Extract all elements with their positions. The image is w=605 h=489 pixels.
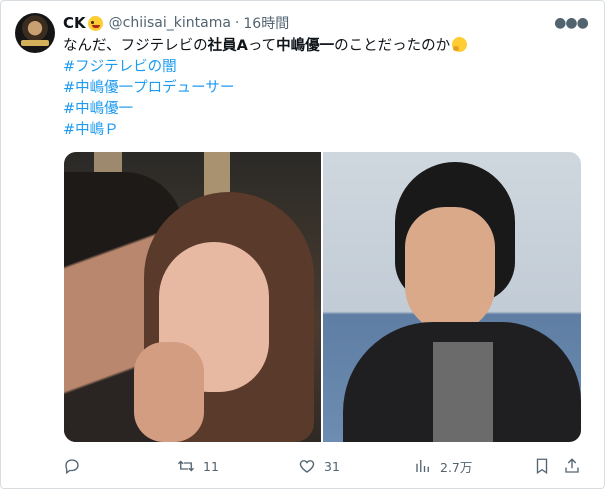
bookmark-icon [536, 458, 548, 475]
avatar[interactable] [15, 13, 55, 53]
views-bar-chart-icon [416, 460, 429, 472]
action-bar: 11 31 2.7万 [63, 455, 583, 477]
zany-face-icon [87, 15, 103, 31]
display-name[interactable]: CK [63, 14, 86, 32]
separator-dot: · [234, 15, 240, 31]
heart-icon [299, 460, 315, 473]
retweet-count: 11 [203, 458, 219, 474]
photo-portrait[interactable] [323, 152, 581, 442]
thinking-face-icon [452, 37, 468, 52]
bookmark-button[interactable] [533, 455, 551, 477]
retweet-button[interactable]: 11 [177, 455, 219, 477]
tweet-card[interactable]: CK @chiisai_kintama · 16時間 ●●● なんだ、フジテレビ… [0, 0, 605, 489]
reply-icon [65, 459, 79, 475]
hashtag-link[interactable]: #中嶋優一プロデューサー [63, 78, 467, 99]
text-segment: って [247, 38, 277, 54]
text-segment: のことだったのか [334, 38, 451, 54]
retweet-icon [178, 460, 194, 472]
text-bold-employee: 社員A [207, 38, 248, 54]
tweet-text-line: なんだ、フジテレビの社員Aって中嶋優一のことだったのか [63, 36, 468, 57]
share-button[interactable] [563, 455, 581, 477]
text-bold-name: 中嶋優一 [276, 38, 335, 54]
hashtag-link[interactable]: #フジテレビの闇 [63, 57, 467, 78]
reply-button[interactable] [63, 455, 89, 477]
like-count: 31 [324, 458, 340, 474]
more-options-icon[interactable]: ●●● [554, 13, 589, 33]
tweet-header: CK @chiisai_kintama · 16時間 [63, 13, 289, 33]
share-icon [565, 458, 579, 473]
user-handle[interactable]: @chiisai_kintama [109, 15, 231, 31]
timestamp[interactable]: 16時間 [243, 13, 289, 33]
photo-kiss[interactable] [64, 152, 321, 442]
views-count: 2.7万 [440, 459, 473, 475]
tweet-text: なんだ、フジテレビの社員Aって中嶋優一のことだったのか #フジテレビの闇 #中嶋… [63, 36, 468, 141]
hashtag-link[interactable]: #中嶋Ｐ [63, 120, 467, 141]
like-button[interactable]: 31 [298, 455, 340, 477]
views-button[interactable]: 2.7万 [414, 455, 472, 477]
hashtag-link[interactable]: #中嶋優一 [63, 99, 467, 120]
tweet-media [64, 152, 581, 442]
text-segment: なんだ、フジテレビの [63, 38, 208, 54]
